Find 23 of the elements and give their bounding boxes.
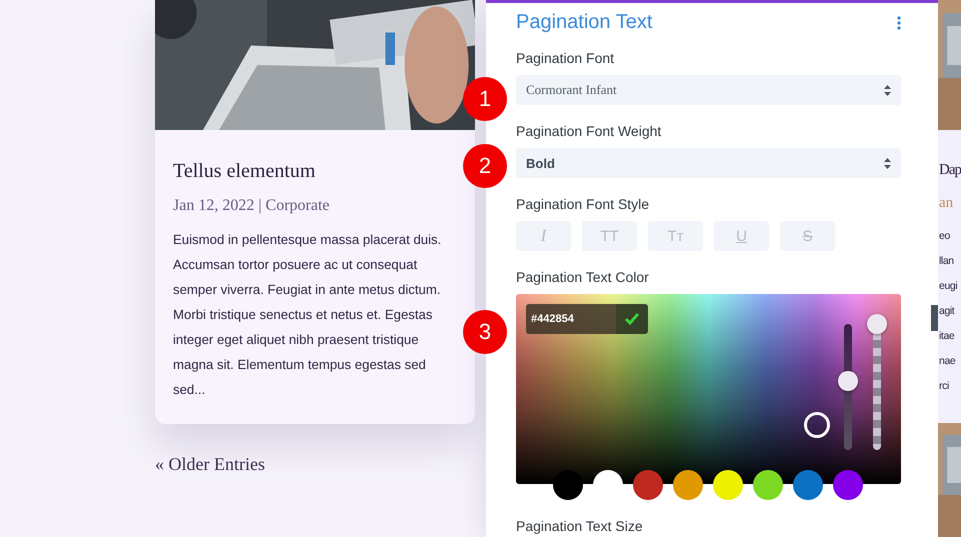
field-label: Pagination Font	[516, 50, 616, 66]
color-gradient[interactable]: #442854	[516, 294, 901, 484]
select-field[interactable]: Cormorant Infant	[516, 75, 901, 105]
excerpt-line: rci	[939, 379, 949, 394]
panel-title: Pagination Text	[516, 11, 652, 34]
excerpt-line: eo	[939, 229, 950, 244]
post-meta: Jan 12, 2022 | Corporate	[173, 197, 331, 215]
post-title: Dap	[939, 162, 961, 179]
field-label: Pagination Font Weight	[516, 123, 662, 139]
excerpt-line: itae	[939, 329, 954, 344]
post-excerpt: Euismod in pellentesque massa placerat duis. Accumsan tortor posuere ac ut consequat semper viverra. Feugiat in ante metus dictum. Morbi tristique senectus et netus et. Egestas integer eget aliquet nibh praesent tristique magna sit. Elementum tempus egestas sed sed...	[173, 231, 442, 399]
excerpt-line: llan	[939, 254, 954, 269]
post-title: Tellus elementum	[173, 160, 316, 183]
excerpt-line: agit	[939, 304, 954, 319]
post-meta: an	[939, 195, 954, 212]
field-label: Pagination Text Color	[516, 269, 650, 285]
field-label: Pagination Font Style	[516, 196, 650, 212]
field-label: Pagination Text Size	[516, 518, 644, 534]
older-entries-link[interactable]: « Older Entries	[155, 454, 265, 475]
select-field[interactable]: Bold	[516, 148, 901, 178]
hex-input[interactable]: #442854	[526, 304, 616, 334]
excerpt-line: nae	[939, 354, 956, 369]
excerpt-line: eugi	[939, 279, 958, 294]
